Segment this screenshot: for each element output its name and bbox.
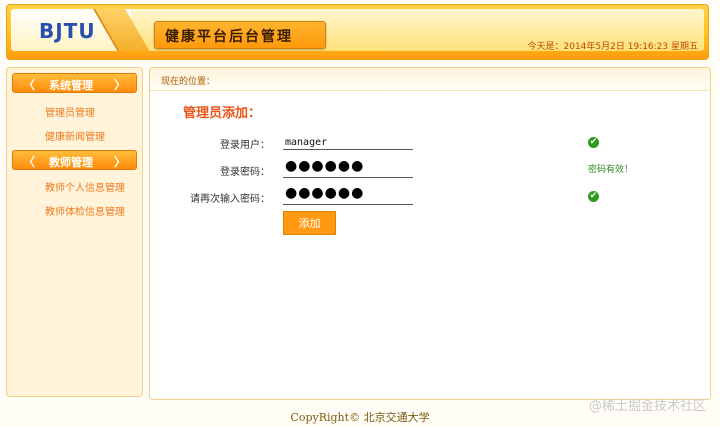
password-mask: ●●●●●● (285, 158, 365, 174)
username-input[interactable] (283, 135, 413, 150)
sidebar: 〈 系统管理 〉 管理员管理 健康新闻管理 〈 教师管理 〉 教师个人信息管理 … (6, 67, 143, 397)
confirm-password-label: 请再次输入密码： (190, 194, 270, 205)
watermark: @稀土掘金技术社区 (588, 399, 706, 414)
chevron-left-icon: 〈 (23, 155, 36, 169)
username-label: 登录用户： (220, 140, 270, 151)
add-button[interactable]: 添加 (283, 211, 336, 235)
header-inner: BJTU 健康平台后台管理 今天是：2014年5月2日 19:16:23 星期五 (11, 9, 704, 51)
sidebar-section-label: 系统管理 (49, 79, 93, 92)
sidebar-section-teacher[interactable]: 〈 教师管理 〉 (12, 150, 137, 170)
sidebar-item-news-manage[interactable]: 健康新闻管理 (45, 128, 105, 143)
username-valid-check-icon: ✔ (588, 137, 599, 148)
sidebar-section-label: 教师管理 (49, 156, 93, 169)
password-valid-text: 密码有效！ (588, 165, 634, 175)
copyright-org: 北京交通大学 (363, 411, 430, 424)
sidebar-item-admin-manage[interactable]: 管理员管理 (45, 104, 95, 119)
form-title: 管理员添加： (183, 106, 262, 121)
app-title: 健康平台后台管理 (165, 29, 293, 45)
chevron-right-icon: 〉 (113, 78, 126, 92)
sidebar-item-teacher-info[interactable]: 教师个人信息管理 (45, 179, 125, 194)
app-title-box: 健康平台后台管理 (154, 21, 326, 49)
breadcrumb: 现在的位置： (161, 77, 216, 87)
chevron-left-icon: 〈 (23, 78, 36, 92)
chevron-right-icon: 〉 (113, 155, 126, 169)
password-label: 登录密码： (220, 167, 270, 178)
current-datetime: 今天是：2014年5月2日 19:16:23 星期五 (527, 42, 699, 51)
main-panel: 现在的位置： 管理员添加： 登录用户： ✔ 登录密码： ●●●●●● 密码有效！… (149, 67, 711, 400)
sidebar-item-teacher-exam[interactable]: 教师体检信息管理 (45, 203, 125, 218)
confirm-password-mask: ●●●●●● (285, 185, 365, 201)
header-banner: BJTU 健康平台后台管理 今天是：2014年5月2日 19:16:23 星期五 (6, 4, 709, 60)
location-bar: 现在的位置： (150, 68, 710, 91)
logo-text: BJTU (39, 19, 96, 43)
copyright-text: CopyRight© (290, 411, 361, 424)
confirm-valid-check-icon: ✔ (588, 191, 599, 202)
sidebar-section-system[interactable]: 〈 系统管理 〉 (12, 73, 137, 93)
